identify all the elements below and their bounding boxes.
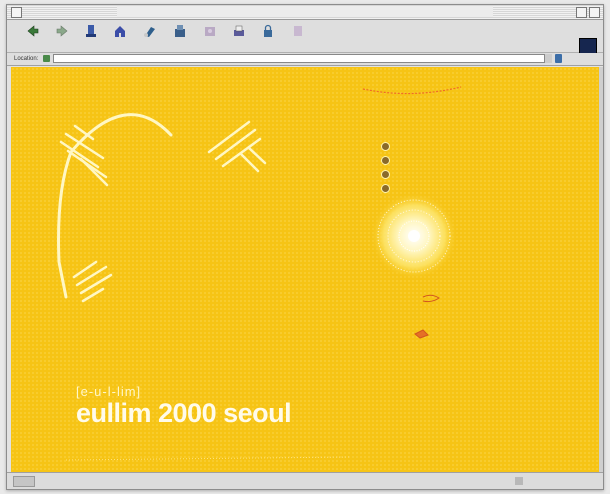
browser-window: Location: [e-u-l-lim] eullim 2000 seoul xyxy=(6,4,604,490)
back-icon xyxy=(26,24,40,38)
window-title xyxy=(117,6,493,17)
site-brand: [e-u-l-lim] eullim 2000 seoul xyxy=(76,384,292,430)
bookmark-icon[interactable] xyxy=(43,55,50,62)
url-dropdown-arrow-icon[interactable] xyxy=(544,54,552,63)
bullet-icon xyxy=(381,156,390,165)
reload-icon xyxy=(84,24,98,38)
whats-related-icon[interactable] xyxy=(555,54,562,63)
close-box-icon[interactable] xyxy=(11,7,22,18)
zoom-box-icon[interactable] xyxy=(576,7,587,18)
small-ornament xyxy=(414,294,440,339)
print-button[interactable] xyxy=(227,22,251,50)
reload-button[interactable] xyxy=(79,22,103,50)
location-bar: Location: xyxy=(7,53,603,66)
brand-tagline: [e-u-l-lim] xyxy=(76,384,142,399)
search-button[interactable] xyxy=(138,22,162,50)
bullet-icon xyxy=(381,184,390,193)
url-field[interactable] xyxy=(53,54,547,63)
collapse-box-icon[interactable] xyxy=(589,7,600,18)
security-button[interactable] xyxy=(256,22,280,50)
netscape-icon xyxy=(173,24,187,38)
title-bar[interactable] xyxy=(7,5,603,20)
stop-button[interactable] xyxy=(286,22,310,50)
images-icon xyxy=(203,24,217,38)
tassel-top-left xyxy=(59,124,109,187)
sun-graphic xyxy=(370,192,458,280)
vertical-scrollbar[interactable] xyxy=(599,67,603,472)
tassel-top-right xyxy=(207,120,267,173)
forward-icon xyxy=(55,24,69,38)
search-icon xyxy=(143,24,157,38)
online-status-icon xyxy=(515,477,523,485)
location-label: Location: xyxy=(14,56,39,62)
stop-icon xyxy=(291,24,305,38)
navigation-toolbar xyxy=(7,20,603,54)
bullet-icon xyxy=(381,142,390,151)
home-icon xyxy=(113,24,127,38)
netscape-logo xyxy=(579,38,597,54)
status-bar xyxy=(7,472,603,489)
web-page-content: [e-u-l-lim] eullim 2000 seoul xyxy=(11,67,599,472)
arc-ornament xyxy=(57,113,173,299)
security-icon xyxy=(261,24,275,38)
netscape-button[interactable] xyxy=(168,22,192,50)
brand-title[interactable]: eullim 2000 seoul xyxy=(76,398,292,429)
images-button[interactable] xyxy=(198,22,222,50)
bullet-icon xyxy=(381,170,390,179)
forward-button[interactable] xyxy=(50,22,74,50)
home-button[interactable] xyxy=(108,22,132,50)
print-icon xyxy=(232,24,246,38)
back-button[interactable] xyxy=(21,22,45,50)
tassel-bottom-left xyxy=(72,260,113,303)
bottom-dotted-line xyxy=(65,456,352,461)
security-status-icon[interactable] xyxy=(13,476,35,487)
top-swirl xyxy=(362,86,462,95)
